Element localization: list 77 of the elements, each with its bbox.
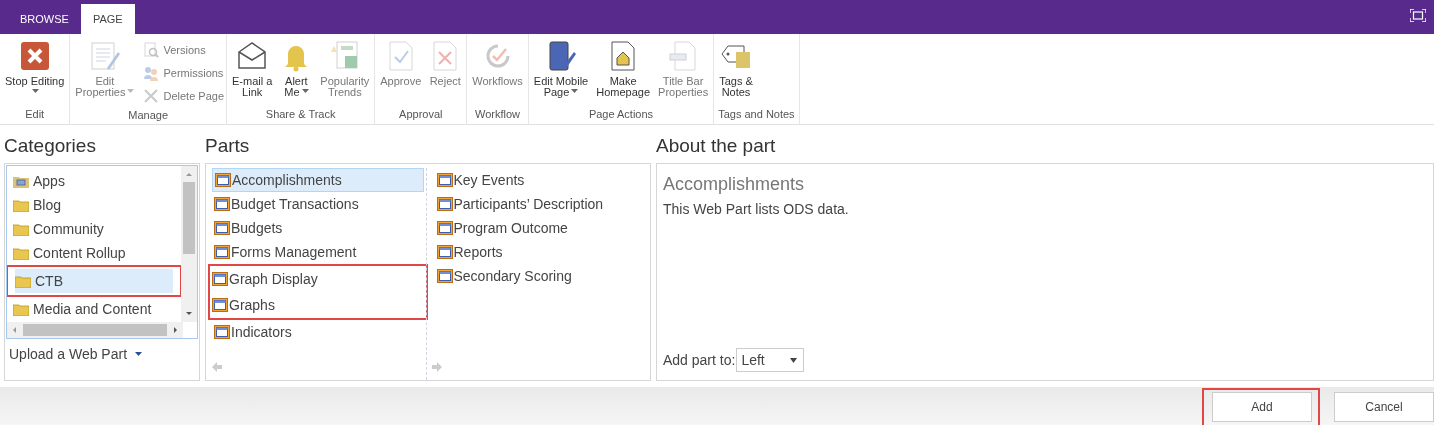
part-item[interactable]: Budgets: [212, 216, 424, 240]
group-label: Approval: [398, 107, 444, 122]
section-heading: Parts: [205, 134, 251, 157]
web-part-icon: [212, 298, 228, 312]
group-label: Edit: [24, 107, 46, 122]
group-label: Share & Track: [264, 107, 337, 122]
part-item[interactable]: Forms Management: [212, 240, 424, 264]
dialog-button[interactable]: Cancel: [1334, 392, 1434, 422]
category-item[interactable]: Blog: [10, 193, 178, 217]
document-pencil-icon: [88, 40, 121, 72]
web-part-icon: [436, 197, 453, 211]
envelope-icon: [236, 40, 269, 72]
part-item[interactable]: Key Events: [434, 168, 646, 192]
part-item[interactable]: Budget Transactions: [212, 192, 424, 216]
ribbon-button[interactable]: Tags & Notes: [716, 38, 756, 106]
web-part-icon: [214, 221, 230, 235]
right-arrow-icon[interactable]: [432, 362, 442, 372]
caret-icon: [127, 89, 135, 94]
group-label: Tags and Notes: [717, 107, 796, 122]
chart-spreadsheet-icon: [328, 40, 361, 72]
part-name: Accomplishments: [663, 174, 806, 195]
add-part-to-label: Add part to:: [663, 352, 736, 368]
folder-icon: [13, 198, 29, 212]
left-arrow-icon[interactable]: [212, 362, 222, 372]
part-item[interactable]: Reports: [434, 240, 646, 264]
caret-icon: [32, 89, 40, 94]
section-heading: Categories: [4, 134, 97, 157]
dialog-button[interactable]: Add: [1212, 392, 1312, 422]
web-part-icon: [214, 197, 230, 211]
web-part-icon: [212, 272, 228, 286]
category-item[interactable]: Content Rollup: [10, 241, 178, 265]
section-heading: About the part: [656, 134, 777, 157]
web-part-icon: [436, 245, 453, 259]
ribbon-button[interactable]: Make Homepage: [593, 38, 654, 106]
ribbon-button[interactable]: Stop Editing: [2, 38, 68, 106]
ribbon-tab[interactable]: BROWSE: [8, 4, 81, 34]
part-item[interactable]: Program Outcome: [434, 216, 646, 240]
part-item[interactable]: Indicators: [212, 320, 424, 344]
web-part-icon: [214, 325, 230, 339]
category-item[interactable]: Media and Content: [10, 297, 178, 321]
folder-window-icon: [13, 174, 29, 188]
part-item[interactable]: Graph Display: [208, 264, 428, 292]
upload-web-part-link[interactable]: Upload a Web Part: [9, 346, 143, 362]
caret-icon: [790, 357, 798, 363]
web-part-icon: [436, 173, 453, 187]
ribbon-button[interactable]: E-mail a Link: [229, 38, 276, 106]
part-item[interactable]: Accomplishments: [212, 168, 424, 192]
folder-icon: [15, 274, 31, 288]
part-item[interactable]: Graphs: [208, 292, 428, 320]
part-item[interactable]: Secondary Scoring: [434, 264, 646, 288]
group-label: Page Actions: [587, 107, 655, 122]
category-item[interactable]: CTB: [7, 265, 182, 297]
fullscreen-icon[interactable]: [1410, 9, 1426, 22]
category-item[interactable]: Apps: [10, 169, 178, 193]
caret-icon: [135, 352, 143, 356]
ribbon-button[interactable]: Edit Mobile Page: [530, 38, 592, 106]
stop-editing-icon: [18, 40, 51, 72]
part-description: This Web Part lists ODS data.: [663, 201, 850, 217]
caret-icon: [571, 89, 579, 94]
category-item[interactable]: Community: [10, 217, 178, 241]
folder-icon: [13, 302, 29, 316]
part-item[interactable]: Participants’ Description: [434, 192, 646, 216]
group-label: Workflow: [474, 107, 522, 122]
people-icon: [143, 64, 160, 81]
document-search-icon: [143, 41, 160, 58]
zone-dropdown[interactable]: Left: [736, 348, 805, 372]
caret-icon: [301, 89, 309, 94]
group-label: Manage: [127, 108, 170, 123]
delete-icon: [143, 87, 160, 104]
web-part-icon: [214, 245, 230, 259]
ribbon-tab[interactable]: PAGE: [80, 4, 135, 34]
web-part-icon: [215, 173, 231, 187]
web-part-icon: [436, 269, 453, 283]
folder-icon: [13, 246, 29, 260]
folder-icon: [13, 222, 29, 236]
ribbon-button[interactable]: Alert Me: [277, 38, 316, 106]
web-part-icon: [436, 221, 453, 235]
